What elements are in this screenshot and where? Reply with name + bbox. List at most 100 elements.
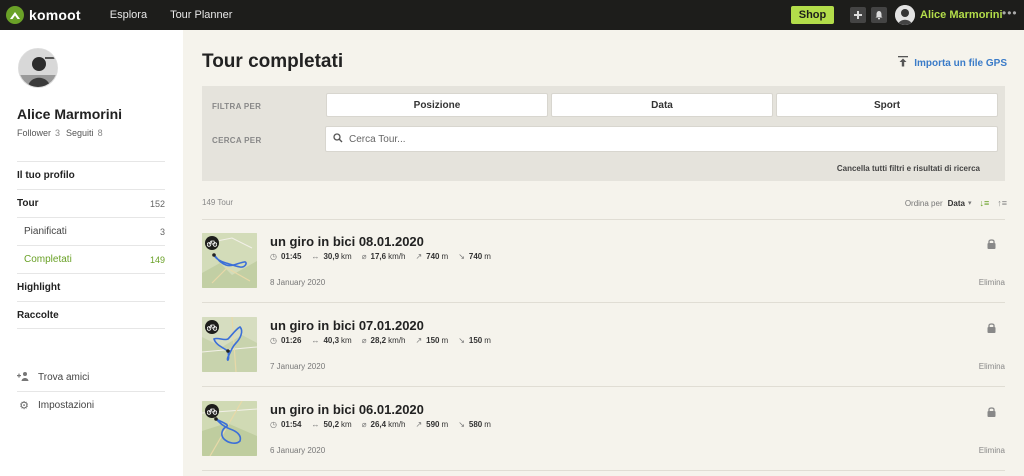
tour-card[interactable]: un giro in bici 07.01.2020 ◷ 01:26 ↔ 40,3 k… bbox=[202, 303, 1005, 386]
stat-downhill: ↘ 740 m bbox=[458, 252, 491, 261]
sidebar-item-tour[interactable]: Tour 152 bbox=[17, 189, 165, 217]
bell-icon[interactable] bbox=[871, 7, 887, 23]
speed-icon: ⌀ bbox=[361, 336, 367, 345]
sidebar-item-profile[interactable]: Il tuo profilo bbox=[17, 161, 165, 189]
downhill-value: 740 bbox=[468, 252, 483, 261]
import-gps-link[interactable]: Importa un file GPS bbox=[898, 56, 1007, 70]
speed-unit: km/h bbox=[388, 420, 406, 429]
follower-label[interactable]: Follower bbox=[17, 128, 51, 138]
tour-stats: ◷ 01:54 ↔ 50,2 km ⌀ 26,4 km/h ↗ 590 m ↘ 580 m bbox=[270, 420, 501, 429]
downhill-value: 580 bbox=[468, 420, 483, 429]
uphill-unit: m bbox=[441, 252, 449, 261]
distance-value: 30,9 bbox=[323, 252, 340, 261]
delete-link[interactable]: Elimina bbox=[979, 446, 1005, 455]
distance-value: 40,3 bbox=[323, 336, 340, 345]
tour-title[interactable]: un giro in bici 07.01.2020 bbox=[270, 318, 424, 333]
distance-unit: km bbox=[341, 252, 352, 261]
stat-duration: ◷ 01:26 bbox=[270, 336, 301, 345]
sidebar-item-label: Raccolte bbox=[17, 309, 59, 321]
tour-date: 6 January 2020 bbox=[270, 446, 326, 455]
downhill-unit: m bbox=[484, 252, 491, 261]
stat-speed: ⌀ 28,2 km/h bbox=[362, 336, 406, 345]
sidebar-item-count: 152 bbox=[149, 198, 165, 209]
stat-downhill: ↘ 150 m bbox=[458, 336, 491, 345]
filter-location-button[interactable]: Posizione bbox=[326, 93, 548, 117]
sort-ascending-icon[interactable]: ↑≡ bbox=[997, 198, 1007, 208]
bike-sport-icon bbox=[205, 236, 219, 250]
main-content: Tour completati Importa un file GPS FILT… bbox=[183, 30, 1024, 476]
stat-distance: ↔ 40,3 km bbox=[311, 336, 351, 345]
speed-icon: ⌀ bbox=[361, 252, 367, 261]
tour-stats: ◷ 01:45 ↔ 30,9 km ⌀ 17,6 km/h ↗ 740 m ↘ 740 m bbox=[270, 252, 501, 261]
tour-date: 7 January 2020 bbox=[270, 362, 326, 371]
find-friends-label: Trova amici bbox=[38, 371, 90, 383]
speed-unit: km/h bbox=[388, 252, 406, 261]
profile-avatar[interactable] bbox=[18, 48, 58, 88]
tour-map-thumbnail[interactable] bbox=[202, 317, 257, 372]
komoot-logo[interactable]: komoot bbox=[6, 6, 81, 24]
tour-map-thumbnail[interactable] bbox=[202, 401, 257, 456]
delete-link[interactable]: Elimina bbox=[979, 278, 1005, 287]
sidebar-item-highlight[interactable]: Highlight bbox=[17, 273, 165, 301]
nav-tour-planner[interactable]: Tour Planner bbox=[170, 9, 232, 21]
sidebar-item-completed[interactable]: Completati 149 bbox=[17, 245, 165, 273]
uphill-value: 590 bbox=[426, 420, 440, 429]
tour-title[interactable]: un giro in bici 06.01.2020 bbox=[270, 402, 424, 417]
uphill-unit: m bbox=[441, 420, 449, 429]
import-gps-label: Importa un file GPS bbox=[914, 57, 1007, 69]
tour-card[interactable]: un giro in bici 08.01.2020 ◷ 01:45 ↔ 30,9 k… bbox=[202, 219, 1005, 302]
search-input[interactable] bbox=[349, 133, 949, 145]
downhill-value: 150 bbox=[468, 336, 483, 345]
stat-distance: ↔ 30,9 km bbox=[311, 252, 351, 261]
sidebar-item-collections[interactable]: Raccolte bbox=[17, 301, 165, 329]
speed-value: 26,4 bbox=[370, 420, 387, 429]
filter-by-label: FILTRA PER bbox=[212, 102, 262, 111]
stat-downhill: ↘ 580 m bbox=[458, 420, 491, 429]
speed-icon: ⌀ bbox=[361, 420, 367, 429]
profile-menu: Il tuo profilo Tour 152 Pianificati 3 Co… bbox=[17, 161, 165, 329]
clear-filters-link[interactable]: Cancella tutti filtri e risultati di ric… bbox=[837, 164, 980, 173]
gear-icon: ⚙ bbox=[19, 400, 29, 412]
stat-distance: ↔ 50,2 km bbox=[311, 420, 351, 429]
clock-icon: ◷ bbox=[270, 420, 277, 429]
sidebar: Alice Marmorini Follower 3 Seguiti 8 Il tuo… bbox=[0, 30, 183, 476]
downhill-icon: ↘ bbox=[458, 252, 465, 261]
filter-sport-button[interactable]: Sport bbox=[776, 93, 998, 117]
sidebar-item-label: Highlight bbox=[17, 282, 61, 293]
lock-icon[interactable] bbox=[986, 236, 997, 249]
duration-value: 01:26 bbox=[280, 336, 302, 345]
komoot-logo-icon bbox=[6, 6, 24, 24]
clock-icon: ◷ bbox=[270, 252, 277, 261]
chevron-down-icon[interactable]: ▾ bbox=[968, 199, 972, 207]
downhill-unit: m bbox=[484, 420, 491, 429]
following-label[interactable]: Seguiti bbox=[66, 128, 94, 138]
search-icon bbox=[333, 132, 343, 146]
sidebar-item-planned[interactable]: Pianificati 3 bbox=[17, 217, 165, 245]
shop-button[interactable]: Shop bbox=[791, 6, 834, 24]
lock-icon[interactable] bbox=[986, 320, 997, 333]
nav-esplora[interactable]: Esplora bbox=[110, 9, 147, 21]
stat-uphill: ↗ 150 m bbox=[415, 336, 448, 345]
stat-uphill: ↗ 590 m bbox=[415, 420, 448, 429]
user-name-link[interactable]: Alice Marmorini bbox=[920, 9, 1003, 21]
page-title: Tour completati bbox=[202, 51, 344, 72]
filter-date-button[interactable]: Data bbox=[551, 93, 773, 117]
more-menu-icon[interactable]: ••• bbox=[1002, 6, 1018, 20]
lock-icon[interactable] bbox=[986, 404, 997, 417]
tour-card[interactable]: un giro in bici 06.01.2020 ◷ 01:54 ↔ 50,2 k… bbox=[202, 387, 1005, 470]
user-avatar[interactable] bbox=[895, 5, 915, 25]
delete-link[interactable]: Elimina bbox=[979, 362, 1005, 371]
tour-map-thumbnail[interactable] bbox=[202, 233, 257, 288]
sort-select[interactable]: Data bbox=[948, 199, 965, 208]
uphill-icon: ↗ bbox=[415, 420, 423, 429]
find-friends-link[interactable]: Trova amici bbox=[17, 363, 165, 391]
sort-descending-icon[interactable]: ↓≡ bbox=[979, 198, 989, 208]
divider bbox=[202, 470, 1005, 471]
tour-date: 8 January 2020 bbox=[270, 278, 326, 287]
settings-link[interactable]: ⚙ Impostazioni bbox=[17, 391, 165, 419]
stat-speed: ⌀ 17,6 km/h bbox=[362, 252, 406, 261]
create-icon[interactable] bbox=[850, 7, 866, 23]
sidebar-item-count: 3 bbox=[159, 226, 165, 237]
tour-title[interactable]: un giro in bici 08.01.2020 bbox=[270, 234, 424, 249]
distance-value: 50,2 bbox=[323, 420, 340, 429]
